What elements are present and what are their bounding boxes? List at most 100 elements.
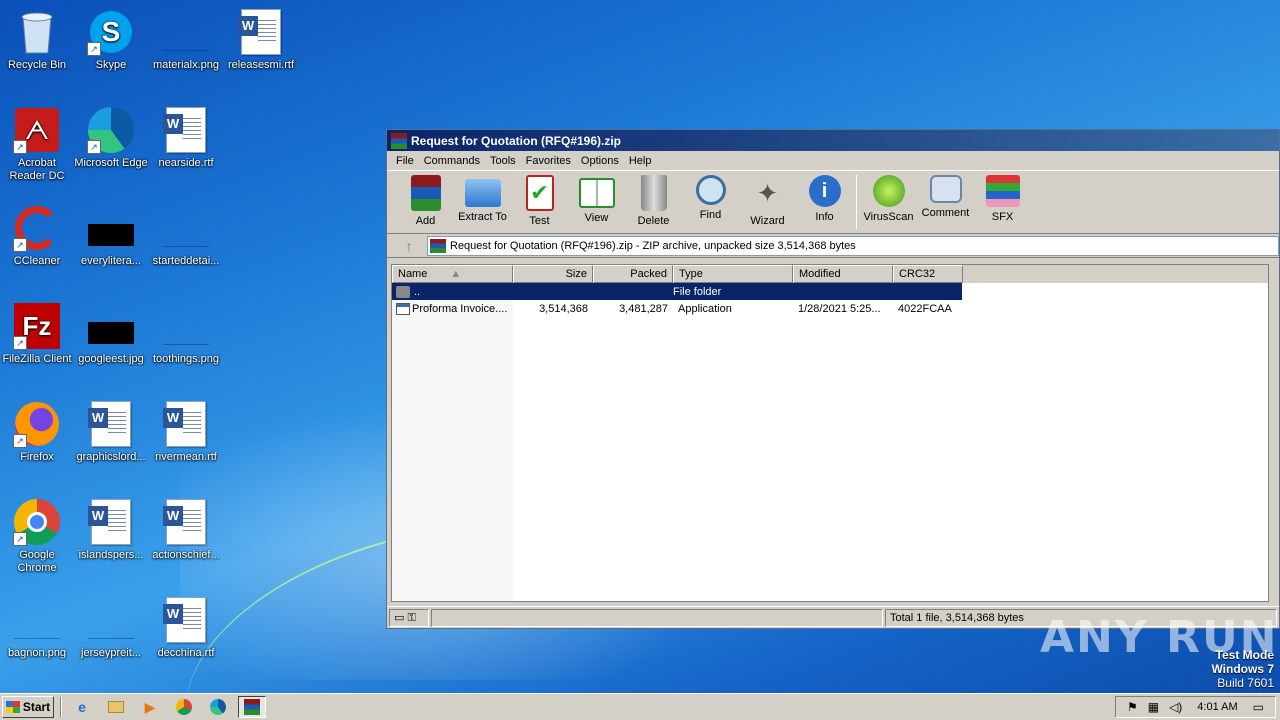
menu-help[interactable]: Help [624, 155, 657, 167]
volume-icon[interactable]: ◁) [1169, 700, 1182, 714]
delete-button[interactable]: Delete [625, 175, 682, 227]
clipboard-check-icon: ✔ [525, 175, 554, 211]
acrobat-icon: ᗅ ↗ [13, 106, 61, 154]
view-button[interactable]: View [568, 175, 625, 224]
row-size: 3,514,368 [539, 302, 588, 315]
desktop-icon-everylitera[interactable]: everylitera... [74, 198, 148, 290]
name-column-background [392, 283, 513, 601]
view-label: View [584, 212, 609, 224]
info-button[interactable]: i Info [796, 175, 853, 223]
desktop-icon-actionschief[interactable]: W actionschief... [149, 492, 223, 584]
test-button[interactable]: ✔ Test [511, 175, 568, 227]
desktop-icon-toothings[interactable]: toothings.png [149, 296, 223, 388]
edge-icon: ↗ [87, 106, 135, 154]
column-header-type[interactable]: Type [673, 265, 793, 283]
desktop-icon-label: starteddetai... [152, 255, 220, 267]
ie-taskbar-button[interactable]: e [68, 696, 96, 718]
menu-options[interactable]: Options [576, 155, 624, 167]
desktop-icon-skype[interactable]: S ↗ Skype [74, 2, 148, 94]
find-label: Find [699, 209, 722, 221]
column-header-size[interactable]: Size [513, 265, 593, 283]
row-crc: 4022FCAA [898, 302, 952, 315]
menu-file[interactable]: File [391, 155, 419, 167]
word-document-icon: W [162, 498, 210, 546]
add-button[interactable]: Add [397, 175, 454, 227]
start-label: Start [22, 700, 51, 714]
ie-icon: e [78, 699, 86, 715]
explorer-taskbar-button[interactable] [102, 696, 130, 718]
desktop-icon-label: nearside.rtf [158, 157, 214, 169]
desktop-icon-acrobat[interactable]: ᗅ ↗ Acrobat Reader DC [0, 100, 74, 192]
sfx-icon [985, 175, 1020, 207]
comment-button[interactable]: Comment [917, 175, 974, 219]
virusscan-label: VirusScan [863, 211, 914, 223]
desktop-icon-filezilla[interactable]: Fz ↗ FileZilla Client [0, 296, 74, 388]
word-document-icon: W [87, 400, 135, 448]
toolbar-separator [856, 175, 857, 229]
find-button[interactable]: Find [682, 175, 739, 221]
skype-icon: S ↗ [87, 8, 135, 56]
test-mode-line3: Build 7601 [1217, 676, 1274, 690]
desktop-icon-graphicslord[interactable]: W graphicslord... [74, 394, 148, 486]
desktop-icon-starteddetai[interactable]: starteddetai... [149, 198, 223, 290]
column-header-name[interactable]: Name ▲ [392, 265, 513, 283]
edge-taskbar-button[interactable] [204, 696, 232, 718]
extract-to-label: Extract To [458, 211, 507, 223]
word-document-icon: W [87, 498, 135, 546]
menu-commands[interactable]: Commands [419, 155, 485, 167]
virusscan-button[interactable]: VirusScan [860, 175, 917, 223]
column-header-packed[interactable]: Packed [593, 265, 673, 283]
address-field[interactable]: Request for Quotation (RFQ#196).zip - ZI… [427, 235, 1279, 256]
desktop-icon-materialx[interactable]: materialx.png [149, 2, 223, 94]
wizard-label: Wizard [750, 215, 785, 227]
table-row[interactable]: .. File folder [392, 283, 962, 300]
edge-icon [210, 699, 226, 715]
desktop-icon-recycle-bin[interactable]: Recycle Bin [0, 2, 74, 94]
parent-folder-icon [396, 285, 410, 298]
winrar-taskbar-button[interactable] [238, 696, 266, 718]
wizard-button[interactable]: ✦ Wizard [739, 175, 796, 228]
magic-wand-icon: ✦ [756, 177, 779, 208]
up-arrow-icon[interactable]: ↑ [391, 238, 427, 254]
winrar-window[interactable]: Request for Quotation (RFQ#196).zip File… [386, 129, 1280, 629]
book-icon [578, 178, 615, 208]
desktop-icon-ccleaner[interactable]: ↗ CCleaner [0, 198, 74, 290]
menu-tools[interactable]: Tools [485, 155, 521, 167]
drive-key-icon: ▭ ⚿ [389, 608, 429, 627]
window-titlebar[interactable]: Request for Quotation (RFQ#196).zip [387, 130, 1279, 151]
table-row[interactable]: Proforma Invoice.... 3,514,368 3,481,287… [392, 300, 1268, 317]
start-button[interactable]: Start [2, 696, 54, 718]
desktop-icon-releasesmi[interactable]: W releasesmi.rtf [224, 2, 298, 94]
file-list[interactable]: Name ▲ Size Packed Type Modified CRC32 .… [391, 264, 1269, 602]
menu-bar: File Commands Tools Favorites Options He… [387, 151, 1279, 170]
media-player-taskbar-button[interactable]: ▶ [136, 696, 164, 718]
show-desktop-icon[interactable]: ▭ [1253, 700, 1264, 714]
folder-icon [464, 179, 501, 207]
column-header-modified[interactable]: Modified [793, 265, 893, 283]
desktop-icon-islandspers[interactable]: W islandspers... [74, 492, 148, 584]
desktop-icon-chrome[interactable]: ↗ Google Chrome [0, 492, 74, 584]
sfx-button[interactable]: SFX [974, 175, 1031, 223]
info-icon: i [808, 175, 841, 207]
desktop-icon-nearside[interactable]: W nearside.rtf [149, 100, 223, 192]
image-file-icon [87, 596, 135, 644]
desktop-icon-googleest[interactable]: googleest.jpg [74, 296, 148, 388]
desktop-icon-decchina[interactable]: W decchina.rtf [149, 590, 223, 682]
desktop-icon-rivermean[interactable]: W rivermean.rtf [149, 394, 223, 486]
desktop-icon-label: toothings.png [152, 353, 220, 365]
desktop-icon-label: graphicslord... [76, 451, 146, 463]
desktop-icon-bagnon[interactable]: bagnon.png [0, 590, 74, 682]
menu-favorites[interactable]: Favorites [521, 155, 576, 167]
chrome-taskbar-button[interactable] [170, 696, 198, 718]
image-file-icon [162, 204, 210, 252]
extract-to-button[interactable]: Extract To [454, 175, 511, 223]
network-icon[interactable]: ▦ [1148, 700, 1159, 714]
desktop-icon-edge[interactable]: ↗ Microsoft Edge [74, 100, 148, 192]
desktop-icon-label: decchina.rtf [157, 647, 215, 659]
desktop-icon-firefox[interactable]: ↗ Firefox [0, 394, 74, 486]
clock[interactable]: 4:01 AM [1197, 701, 1237, 713]
desktop-icon-jerseypreit[interactable]: jerseypreit... [74, 590, 148, 682]
flag-icon[interactable]: ⚑ [1127, 700, 1138, 714]
archive-icon [430, 238, 446, 253]
column-header-crc32[interactable]: CRC32 [893, 265, 963, 283]
